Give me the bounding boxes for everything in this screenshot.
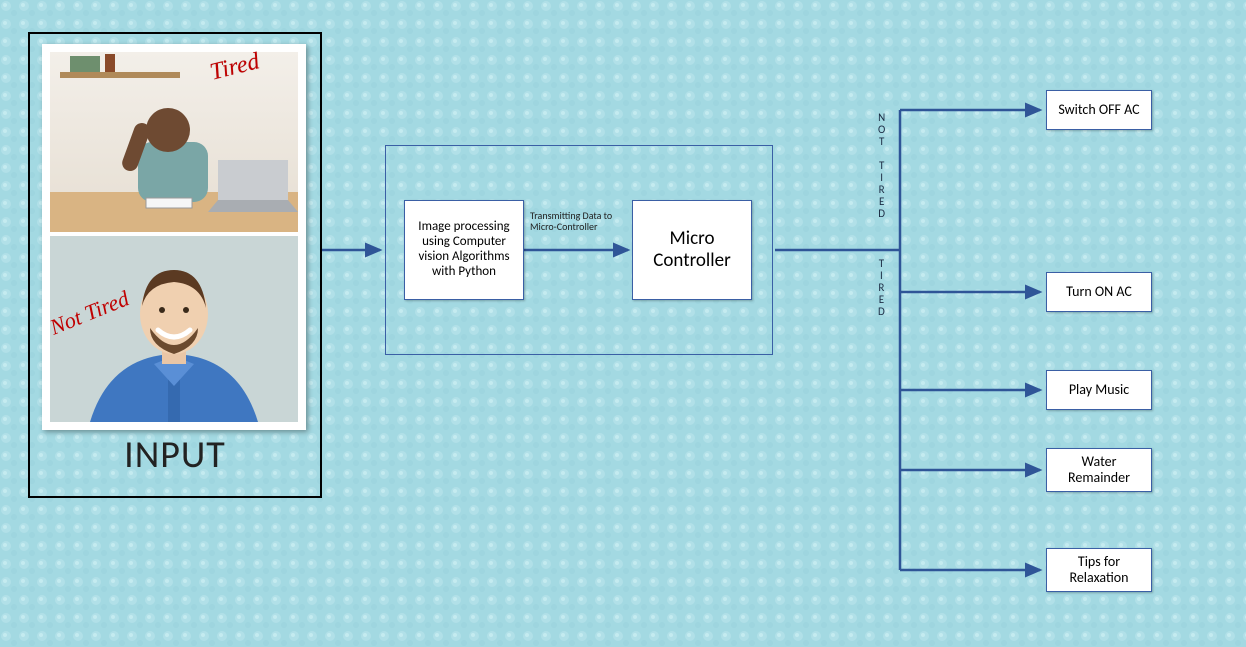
output-turn-on-ac: Turn ON AC	[1046, 272, 1152, 312]
output-tips-relaxation: Tips for Relaxation	[1046, 548, 1152, 592]
microcontroller-text: Micro Controller	[639, 228, 745, 272]
output-water-remainder: Water Remainder	[1046, 448, 1152, 492]
input-label: INPUT	[28, 432, 322, 478]
output-water-remainder-text: Water Remainder	[1053, 454, 1145, 486]
output-play-music-text: Play Music	[1069, 382, 1129, 398]
photo-not-tired	[50, 236, 298, 422]
branch-label-not-tired: NOT TIRED	[878, 112, 887, 220]
output-tips-relaxation-text: Tips for Relaxation	[1053, 554, 1145, 586]
image-processing-text: Image processing using Computer vision A…	[411, 220, 517, 280]
output-play-music: Play Music	[1046, 370, 1152, 410]
output-switch-off-ac: Switch OFF AC	[1046, 90, 1152, 130]
output-switch-off-ac-text: Switch OFF AC	[1058, 102, 1139, 118]
photo-tired	[50, 52, 298, 232]
image-processing-box: Image processing using Computer vision A…	[404, 200, 524, 300]
output-turn-on-ac-text: Turn ON AC	[1066, 284, 1132, 300]
microcontroller-box: Micro Controller	[632, 200, 752, 300]
transmit-label: Transmitting Data to Micro-Controller	[530, 210, 626, 232]
branch-label-tired: TIRED	[878, 258, 887, 318]
diagram-canvas: Tired Not Tired INPUT	[0, 0, 1246, 647]
